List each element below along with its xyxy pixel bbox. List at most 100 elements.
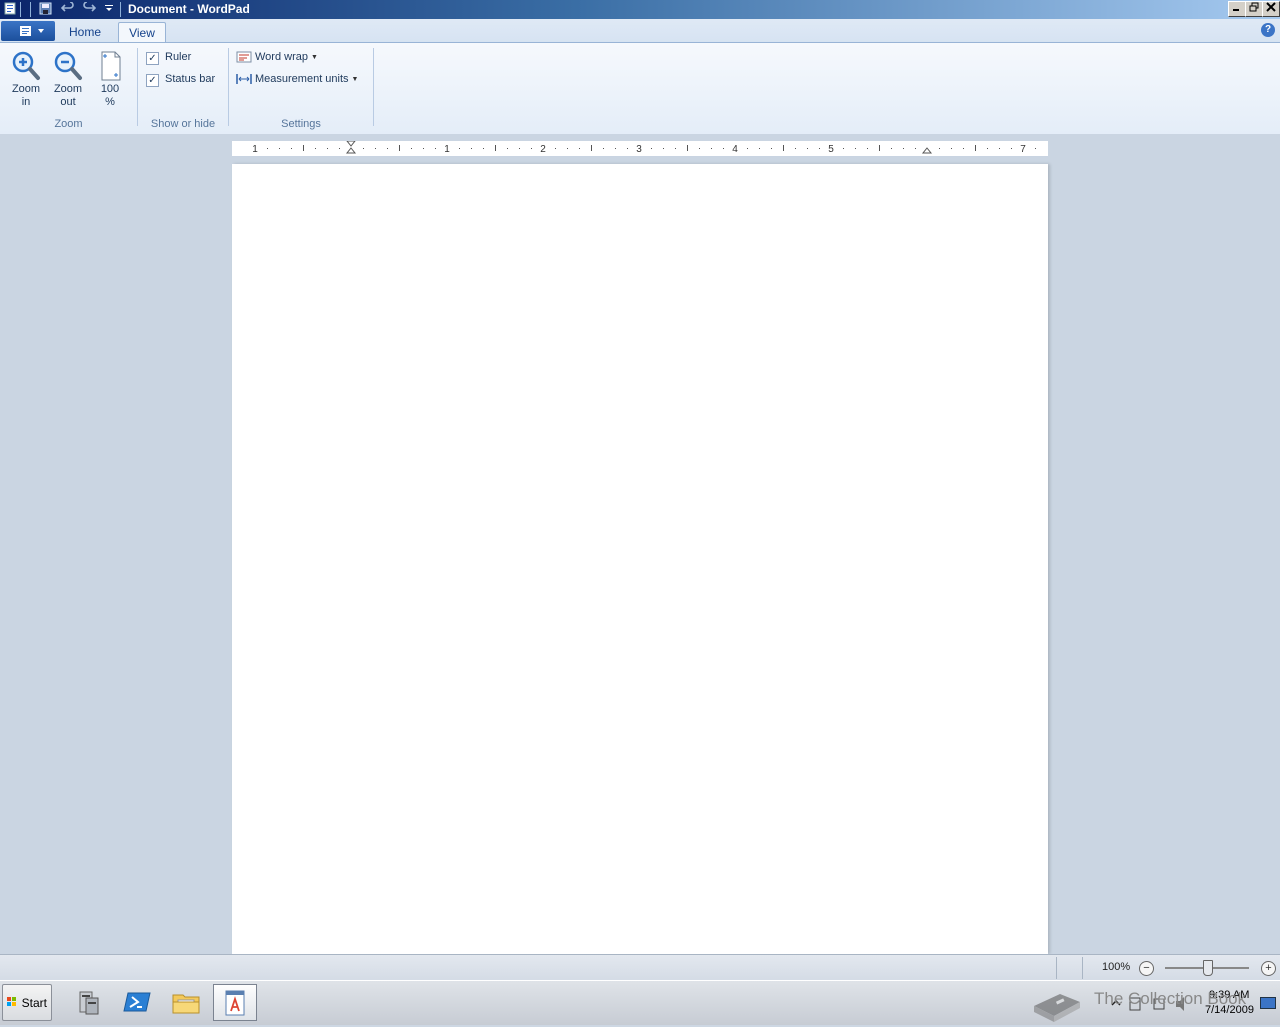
undo-icon[interactable] bbox=[60, 1, 75, 16]
group-separator bbox=[137, 48, 138, 126]
ruler-tick bbox=[1011, 148, 1012, 149]
zoom-out-label-2: out bbox=[60, 96, 76, 108]
ruler-tick bbox=[519, 148, 520, 149]
explorer-icon[interactable] bbox=[164, 984, 208, 1021]
start-button[interactable]: Start bbox=[2, 984, 52, 1021]
zoom-level-text[interactable]: 100% bbox=[1102, 961, 1130, 973]
zoom-out-label-1: Zoom bbox=[53, 83, 83, 95]
zoom-slider-thumb[interactable] bbox=[1203, 960, 1213, 976]
ruler-tick bbox=[711, 148, 712, 149]
zoom-in-icon bbox=[10, 49, 42, 83]
ruler-checkbox[interactable]: ✓ bbox=[146, 52, 159, 65]
ruler-tick bbox=[291, 148, 292, 149]
ruler-number: 2 bbox=[540, 144, 546, 155]
application-menu-button[interactable] bbox=[1, 21, 55, 41]
ruler-tick bbox=[651, 148, 652, 149]
ruler-tick bbox=[387, 148, 388, 149]
ruler-tick bbox=[399, 145, 400, 151]
ruler-tick bbox=[339, 148, 340, 149]
ruler-tick bbox=[759, 148, 760, 149]
minimize-icon[interactable] bbox=[1228, 1, 1246, 17]
qat-dropdown-icon[interactable] bbox=[102, 2, 116, 16]
measurement-units-label: Measurement units bbox=[255, 73, 349, 85]
ruler-tick bbox=[843, 148, 844, 149]
ruler-tick bbox=[975, 145, 976, 151]
ruler-tick bbox=[579, 148, 580, 149]
zoom-100-label-1: 100 bbox=[100, 83, 120, 95]
ruler-tick bbox=[627, 148, 628, 149]
ruler-number: 4 bbox=[732, 144, 738, 155]
ruler-tick bbox=[675, 148, 676, 149]
ruler-tick bbox=[567, 148, 568, 149]
ruler-tick bbox=[939, 148, 940, 149]
ruler-tick bbox=[915, 148, 916, 149]
ruler-tick bbox=[363, 148, 364, 149]
zoom-in-button[interactable]: Zoom in bbox=[6, 49, 46, 109]
tab-home[interactable]: Home bbox=[60, 22, 110, 43]
measurement-units-dropdown[interactable]: Measurement units ▼ bbox=[236, 73, 358, 89]
ruler-tick bbox=[783, 145, 784, 151]
zoom-out-icon bbox=[52, 49, 84, 83]
status-bar: 100% − + bbox=[0, 954, 1280, 981]
statusbar-label: Status bar bbox=[165, 73, 216, 85]
chevron-down-icon: ▼ bbox=[310, 53, 318, 61]
zoom-out-button[interactable]: Zoom out bbox=[48, 49, 88, 109]
ruler-label: Ruler bbox=[165, 51, 192, 63]
group-label-settings: Settings bbox=[281, 118, 321, 130]
powershell-icon[interactable] bbox=[115, 984, 159, 1021]
qat-separator bbox=[120, 2, 121, 17]
ruler-tick bbox=[459, 148, 460, 149]
ruler-tick bbox=[855, 148, 856, 149]
document-page[interactable] bbox=[232, 164, 1048, 954]
windows-logo-icon bbox=[7, 997, 16, 1006]
chevron-down-icon: ▼ bbox=[351, 75, 359, 83]
group-separator bbox=[228, 48, 229, 126]
redo-icon[interactable] bbox=[82, 1, 97, 16]
ruler-tick bbox=[795, 148, 796, 149]
qat-separator bbox=[20, 2, 21, 17]
server-manager-icon[interactable] bbox=[66, 984, 110, 1021]
ruler-tick bbox=[699, 148, 700, 149]
statusbar-separator bbox=[1056, 957, 1057, 979]
right-indent-marker[interactable] bbox=[921, 147, 933, 154]
help-icon[interactable]: ? bbox=[1261, 23, 1275, 37]
wordpad-taskbar-icon[interactable] bbox=[213, 984, 257, 1021]
wordpad-app-icon[interactable] bbox=[3, 2, 17, 16]
first-line-indent-marker[interactable] bbox=[345, 140, 357, 147]
ruler-number: 3 bbox=[636, 144, 642, 155]
tab-view[interactable]: View bbox=[118, 22, 166, 44]
ruler-tick bbox=[771, 148, 772, 149]
ruler-tick bbox=[507, 148, 508, 149]
statusbar-checkbox[interactable]: ✓ bbox=[146, 74, 159, 87]
word-wrap-dropdown[interactable]: Word wrap ▼ bbox=[236, 51, 318, 67]
ruler-tick bbox=[411, 148, 412, 149]
close-icon[interactable] bbox=[1262, 1, 1280, 17]
ruler-number: 5 bbox=[828, 144, 834, 155]
ruler-scale: 1 1 2 3 4 5 7 bbox=[252, 140, 1036, 155]
ruler-tick bbox=[495, 145, 496, 151]
ruler-tick bbox=[723, 148, 724, 149]
zoom-minus-icon[interactable]: − bbox=[1139, 961, 1154, 976]
ribbon-tab-row bbox=[0, 19, 1280, 43]
hanging-indent-marker[interactable] bbox=[345, 147, 357, 154]
ruler-tick bbox=[747, 148, 748, 149]
zoom-plus-icon[interactable]: + bbox=[1261, 961, 1276, 976]
ruler-tick bbox=[687, 145, 688, 151]
ruler-tick bbox=[1035, 148, 1036, 149]
save-icon[interactable] bbox=[38, 2, 52, 16]
ruler-tick bbox=[987, 148, 988, 149]
ruler-number: 1 bbox=[444, 144, 450, 155]
zoom-in-label-1: Zoom bbox=[11, 83, 41, 95]
group-label-show-or-hide: Show or hide bbox=[150, 118, 216, 130]
ruler-number: 1 bbox=[252, 144, 258, 155]
zoom-100-button[interactable]: 100 % bbox=[90, 49, 130, 109]
restore-icon[interactable] bbox=[1245, 1, 1263, 17]
ruler[interactable]: 1 1 2 3 4 5 7 bbox=[232, 140, 1048, 157]
ruler-tick bbox=[591, 145, 592, 151]
ruler-tick bbox=[423, 148, 424, 149]
statusbar-separator bbox=[1082, 957, 1083, 979]
ruler-tick bbox=[267, 148, 268, 149]
measurement-units-icon bbox=[236, 73, 252, 85]
ruler-tick bbox=[435, 148, 436, 149]
ruler-tick bbox=[879, 145, 880, 151]
